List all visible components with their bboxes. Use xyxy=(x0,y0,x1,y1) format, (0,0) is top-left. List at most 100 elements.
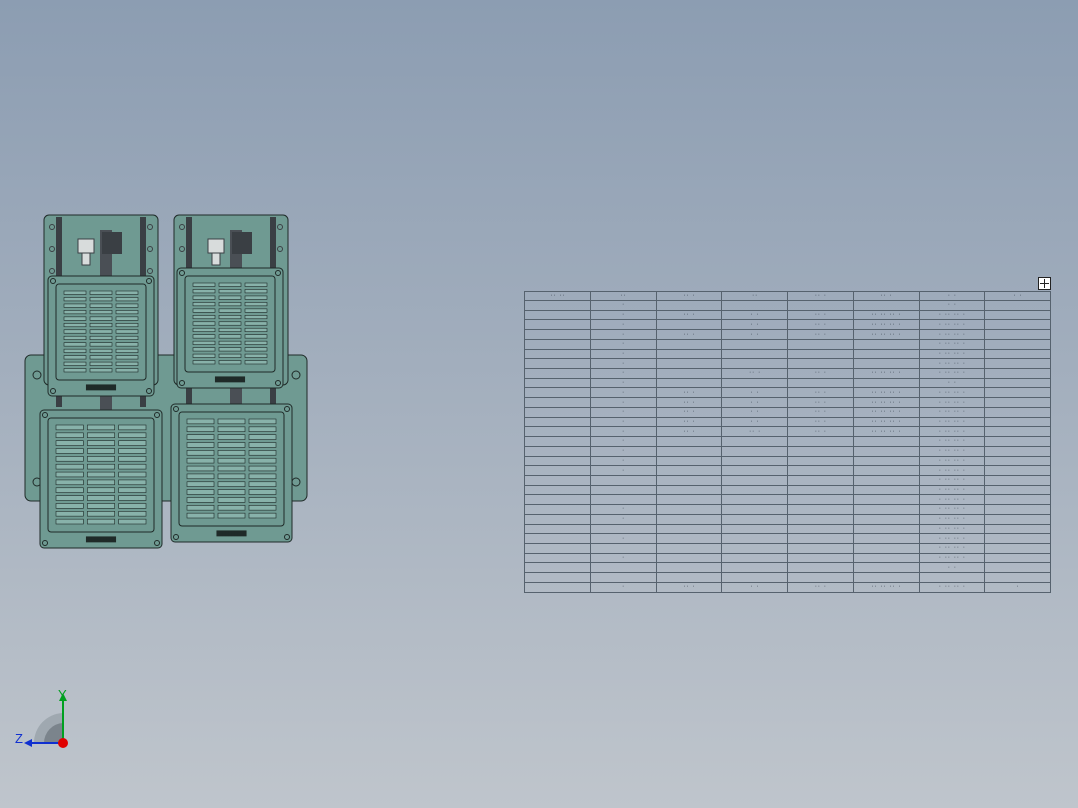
bom-cell: ·· · xyxy=(721,368,788,379)
bom-row[interactable]: · · · ·· · ·· ·· ·· · · ·· ·· · xyxy=(524,319,1051,331)
orientation-triad[interactable]: Y Z xyxy=(10,685,90,755)
fixture-slot xyxy=(118,479,147,486)
fixture-slot xyxy=(55,479,84,486)
bom-cell xyxy=(524,455,591,467)
bom-row[interactable]: · · xyxy=(524,562,1051,574)
bom-cell xyxy=(984,533,1051,544)
bom-row[interactable]: · · ·· ·· · xyxy=(524,504,1051,515)
bom-cell xyxy=(721,494,788,506)
bom-cell xyxy=(852,523,920,535)
bom-cell xyxy=(524,426,591,438)
bom-row[interactable]: · · · xyxy=(524,300,1051,311)
bom-header-cell: ·· · xyxy=(852,291,920,301)
fixture-slot xyxy=(118,440,147,446)
bom-row[interactable]: · ·· · · · ·· · ·· ·· ·· · · ·· ·· · xyxy=(524,397,1051,408)
fixture-plate[interactable]: ██████████ xyxy=(170,403,293,543)
bom-row[interactable]: · ·· ·· · xyxy=(524,484,1051,496)
bom-cell: · ·· ·· · xyxy=(918,358,986,370)
bom-cell: · · xyxy=(721,319,788,331)
bom-cell: · · xyxy=(918,300,986,311)
bom-cell xyxy=(524,552,591,564)
bom-table[interactable]: ·· ·· ·· ·· · ·· ·· · ·· · · · · · · · · · ·· · · ·… xyxy=(524,291,1051,594)
bom-cell: ·· · xyxy=(655,309,723,321)
fixture-slot xyxy=(118,503,147,509)
fixture-slot xyxy=(87,503,115,509)
bom-cell xyxy=(655,377,723,389)
bom-row[interactable]: · · ·· ·· · xyxy=(524,358,1051,370)
fixture-plate[interactable]: ██████████ xyxy=(39,409,163,549)
bom-row[interactable] xyxy=(524,572,1051,583)
bom-row[interactable]: · · ·· ·· · xyxy=(524,348,1051,360)
fixture-slot xyxy=(248,457,277,464)
bom-row[interactable]: · · ·· ·· · xyxy=(524,455,1051,467)
bom-cell: · ·· ·· · xyxy=(918,455,986,467)
bom-row[interactable]: · ·· · · · ·· · ·· ·· ·· · · ·· ·· · xyxy=(524,329,1051,340)
bom-cell xyxy=(852,348,920,360)
assembly-drawing[interactable]: ██████████ ██████████ ██████████ ██████████ xyxy=(0,0,320,560)
fixture-slot xyxy=(89,361,113,366)
bom-cell xyxy=(589,542,657,554)
bom-cell: ·· · xyxy=(787,581,854,594)
bom-cell xyxy=(984,397,1051,408)
bom-cell xyxy=(984,552,1051,564)
bom-row[interactable]: · · · xyxy=(524,377,1051,389)
cylinder-body xyxy=(207,238,225,254)
bom-cell: · xyxy=(589,436,657,447)
fixture-slot xyxy=(55,471,84,478)
bom-row[interactable]: · · ·· ·· · xyxy=(524,552,1051,564)
bom-row[interactable]: · ·· ·· · xyxy=(524,523,1051,535)
bom-row[interactable]: · · ·· ·· · xyxy=(524,465,1051,476)
bom-cell: · xyxy=(589,416,657,428)
bom-cell xyxy=(787,465,854,476)
bom-cell: · xyxy=(589,406,657,418)
fixture-slot xyxy=(63,290,87,295)
bom-cell xyxy=(524,562,591,574)
bom-header-cell: · · xyxy=(918,291,986,301)
fixture-plate[interactable]: ██████████ xyxy=(47,275,155,397)
bom-cell xyxy=(984,465,1051,476)
bom-row[interactable]: · · ·· ·· · xyxy=(524,533,1051,544)
fixture-slot xyxy=(244,289,268,294)
bom-row[interactable]: · ·· · ·· · ·· · ·· ·· ·· · · ·· ·· · xyxy=(524,426,1051,438)
bom-row[interactable]: · ·· ·· · xyxy=(524,474,1051,486)
bom-cell xyxy=(524,484,591,496)
bom-row[interactable]: · ·· · · · ·· · ·· ·· ·· · · ·· ·· · xyxy=(524,387,1051,399)
fixture-slot xyxy=(217,473,246,480)
bom-row[interactable]: · ·· ·· · xyxy=(524,542,1051,554)
bom-cell xyxy=(787,552,854,564)
fixture-slot xyxy=(89,355,113,360)
fixture-slot xyxy=(63,316,87,321)
table-anchor-icon[interactable] xyxy=(1038,277,1051,290)
bom-row[interactable]: · · ·· ·· · xyxy=(524,513,1051,525)
fixture-slot xyxy=(186,489,215,495)
bom-row[interactable]: · ·· · · · ·· · ·· ·· ·· · · ·· ·· · xyxy=(524,309,1051,321)
fixture-slot xyxy=(217,465,246,472)
cad-viewport[interactable]: ██████████ ██████████ ██████████ ██████████… xyxy=(0,0,1078,808)
fixture-slot xyxy=(87,511,115,517)
bom-row[interactable]: · ·· · · · ·· · ·· ·· ·· · · ·· ·· · xyxy=(524,406,1051,418)
fixture-slot xyxy=(115,297,139,302)
bom-cell xyxy=(787,562,854,574)
bom-cell xyxy=(524,329,591,340)
bom-cell xyxy=(984,416,1051,428)
bom-row[interactable]: · · ·· ·· · xyxy=(524,445,1051,457)
bom-row[interactable]: · ·· · ·· · ·· ·· ·· · · ·· ·· · xyxy=(524,368,1051,379)
bom-row[interactable]: · ·· · · · ·· · ·· ·· ·· · · ·· ·· · · xyxy=(524,581,1051,594)
fixture-slot xyxy=(248,497,277,503)
bom-row[interactable]: · · ·· ·· · xyxy=(524,338,1051,350)
bom-cell: · ·· ·· · xyxy=(918,319,986,331)
bom-cell: · ·· ·· · xyxy=(918,581,986,594)
fixture-slot xyxy=(244,321,268,326)
fixture-slot xyxy=(63,361,87,366)
bom-row[interactable]: · · ·· ·· · xyxy=(524,436,1051,447)
bom-cell: · ·· ·· · xyxy=(918,436,986,447)
fixture-slot xyxy=(217,489,246,495)
bom-cell: · ·· ·· · xyxy=(918,445,986,457)
bom-row[interactable]: · ·· ·· · xyxy=(524,494,1051,506)
clamp-block xyxy=(232,232,252,254)
bom-header-cell: ·· · xyxy=(655,291,723,301)
fixture-plate[interactable]: ██████████ xyxy=(176,267,284,389)
bom-cell xyxy=(787,377,854,389)
bom-cell: · xyxy=(589,397,657,408)
bom-row[interactable]: · ·· · · · ·· · ·· ·· ·· · · ·· ·· · xyxy=(524,416,1051,428)
